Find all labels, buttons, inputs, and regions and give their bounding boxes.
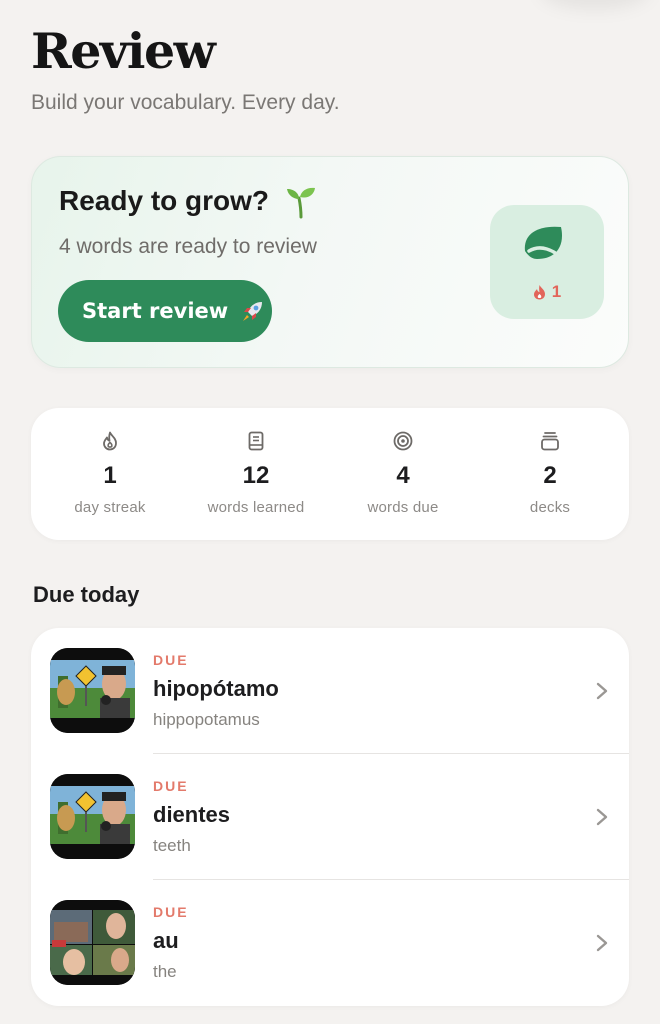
- stat-value: 2: [543, 462, 557, 489]
- start-review-label: Start review: [82, 299, 229, 323]
- stat-value: 4: [396, 462, 410, 489]
- translation-text: teeth: [153, 836, 191, 855]
- video-thumbnail: [50, 774, 135, 859]
- translation-text: hippopotamus: [153, 710, 260, 729]
- stat-label: words due: [367, 499, 439, 516]
- stat-value: 1: [103, 462, 117, 489]
- start-review-button[interactable]: Start review: [58, 280, 272, 342]
- chevron-right-icon: [596, 682, 608, 700]
- due-tag: DUE: [153, 778, 189, 794]
- rocket-icon: [243, 302, 263, 321]
- stat-day-streak: 1 day streak: [35, 408, 185, 540]
- list-item[interactable]: DUE dientes teeth: [31, 754, 629, 880]
- word-text: au: [153, 928, 179, 953]
- flame-icon: [533, 285, 545, 300]
- list-item[interactable]: DUE au the: [31, 880, 629, 1006]
- stat-label: day streak: [74, 499, 146, 516]
- word-text: dientes: [153, 802, 231, 827]
- badge-streak: 1: [490, 282, 604, 302]
- review-hero-card: Ready to grow? 4 words are ready to revi…: [31, 156, 629, 368]
- stat-label: decks: [529, 499, 571, 516]
- video-thumbnail: [50, 900, 135, 985]
- stat-decks: 2 decks: [475, 408, 625, 540]
- stack-icon: [541, 432, 559, 451]
- leaf-icon: [524, 226, 571, 267]
- stat-value: 12: [242, 462, 270, 489]
- badge-streak-count: 1: [551, 282, 562, 301]
- stat-words-learned: 12 words learned: [181, 408, 331, 540]
- due-tag: DUE: [153, 904, 189, 920]
- due-today-heading: Due today: [33, 582, 140, 607]
- page-subtitle: Build your vocabulary. Every day.: [31, 91, 340, 114]
- stats-card: 1 day streak 12 words learned 4 words du…: [31, 408, 629, 540]
- page-title: Review: [31, 22, 216, 80]
- book-icon: [248, 431, 264, 451]
- hero-subtitle: 4 words are ready to review: [59, 235, 317, 258]
- sprout-icon: [287, 187, 315, 219]
- flame-icon: [103, 431, 117, 451]
- top-right-shadow: [540, 0, 650, 10]
- chevron-right-icon: [596, 934, 608, 952]
- stat-words-due: 4 words due: [328, 408, 478, 540]
- stat-label: words learned: [207, 499, 305, 516]
- due-list-card: DUE hipopótamo hippopotamus DUE dientes …: [31, 628, 629, 1006]
- target-icon: [393, 431, 413, 451]
- hero-title: Ready to grow?: [59, 185, 270, 216]
- translation-text: the: [153, 962, 177, 981]
- word-text: hipopótamo: [153, 676, 279, 701]
- streak-badge: 1: [490, 205, 604, 319]
- video-thumbnail: [50, 648, 135, 733]
- chevron-right-icon: [596, 808, 608, 826]
- due-tag: DUE: [153, 652, 189, 668]
- list-item[interactable]: DUE hipopótamo hippopotamus: [31, 628, 629, 754]
